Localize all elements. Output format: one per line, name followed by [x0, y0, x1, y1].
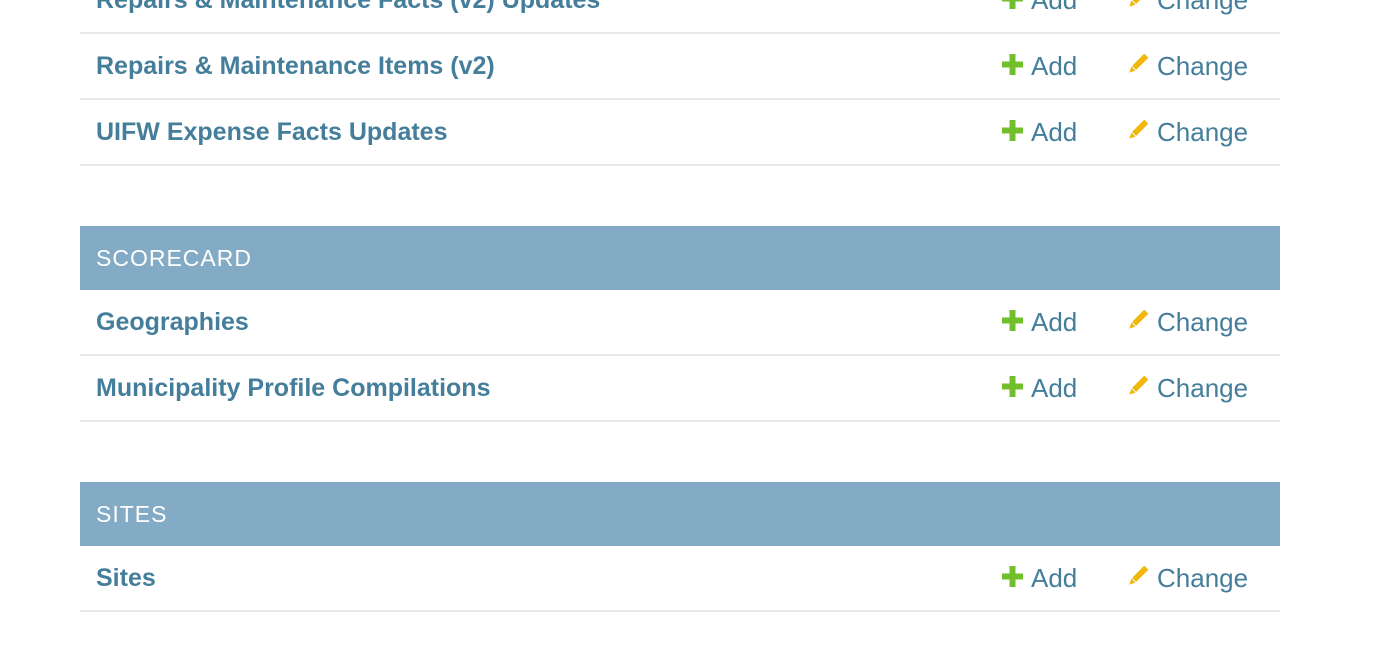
pencil-icon	[1129, 119, 1149, 139]
module-scorecard: SCORECARD Geographies Add Change Municip…	[80, 226, 1280, 422]
change-label: Change	[1157, 373, 1249, 403]
add-label: Add	[1031, 51, 1078, 81]
add-link[interactable]: Add	[1002, 100, 1077, 164]
model-row: Geographies Add Change	[80, 290, 1280, 356]
pencil-icon	[1129, 53, 1149, 73]
change-label: Change	[1157, 307, 1249, 337]
model-link[interactable]: Sites	[96, 546, 156, 610]
add-label: Add	[1031, 117, 1078, 147]
model-row: Municipality Profile Compilations Add Ch…	[80, 356, 1280, 422]
change-link[interactable]: Change	[1126, 0, 1248, 32]
model-row: UIFW Expense Facts Updates Add Change	[80, 100, 1280, 166]
plus-icon	[1002, 0, 1023, 9]
model-row: Sites Add Change	[80, 546, 1280, 612]
module-header[interactable]: SITES	[80, 482, 1280, 546]
change-link[interactable]: Change	[1126, 290, 1248, 354]
plus-icon	[1002, 565, 1023, 587]
add-link[interactable]: Add	[1002, 34, 1077, 98]
change-link[interactable]: Change	[1126, 356, 1248, 420]
change-link[interactable]: Change	[1126, 34, 1248, 98]
change-label: Change	[1157, 563, 1249, 593]
add-label: Add	[1031, 307, 1078, 337]
change-link[interactable]: Change	[1126, 546, 1248, 610]
pencil-icon	[1129, 309, 1149, 329]
add-label: Add	[1031, 0, 1078, 15]
module-continued: Repairs & Maintenance Facts (v2) Updates…	[80, 0, 1280, 166]
model-link[interactable]: Geographies	[96, 290, 249, 354]
plus-icon	[1002, 119, 1023, 141]
add-link[interactable]: Add	[1002, 0, 1077, 32]
admin-index-page: Repairs & Maintenance Facts (v2) Updates…	[0, 0, 1384, 668]
module-sites: SITES Sites Add Change	[80, 482, 1280, 612]
add-label: Add	[1031, 563, 1078, 593]
model-link[interactable]: Repairs & Maintenance Facts (v2) Updates	[96, 0, 600, 32]
plus-icon	[1002, 309, 1023, 331]
model-row: Repairs & Maintenance Facts (v2) Updates…	[80, 0, 1280, 34]
model-link[interactable]: Repairs & Maintenance Items (v2)	[96, 34, 495, 98]
pencil-icon	[1129, 375, 1149, 395]
model-link[interactable]: UIFW Expense Facts Updates	[96, 100, 447, 164]
change-label: Change	[1157, 117, 1249, 147]
change-link[interactable]: Change	[1126, 100, 1248, 164]
change-label: Change	[1157, 51, 1249, 81]
pencil-icon	[1129, 565, 1149, 585]
add-link[interactable]: Add	[1002, 290, 1077, 354]
model-link[interactable]: Municipality Profile Compilations	[96, 356, 490, 420]
module-header[interactable]: SCORECARD	[80, 226, 1280, 290]
change-label: Change	[1157, 0, 1249, 15]
plus-icon	[1002, 53, 1023, 75]
pencil-icon	[1129, 0, 1149, 7]
model-row: Repairs & Maintenance Items (v2) Add Cha…	[80, 34, 1280, 100]
plus-icon	[1002, 375, 1023, 397]
add-label: Add	[1031, 373, 1078, 403]
add-link[interactable]: Add	[1002, 546, 1077, 610]
add-link[interactable]: Add	[1002, 356, 1077, 420]
